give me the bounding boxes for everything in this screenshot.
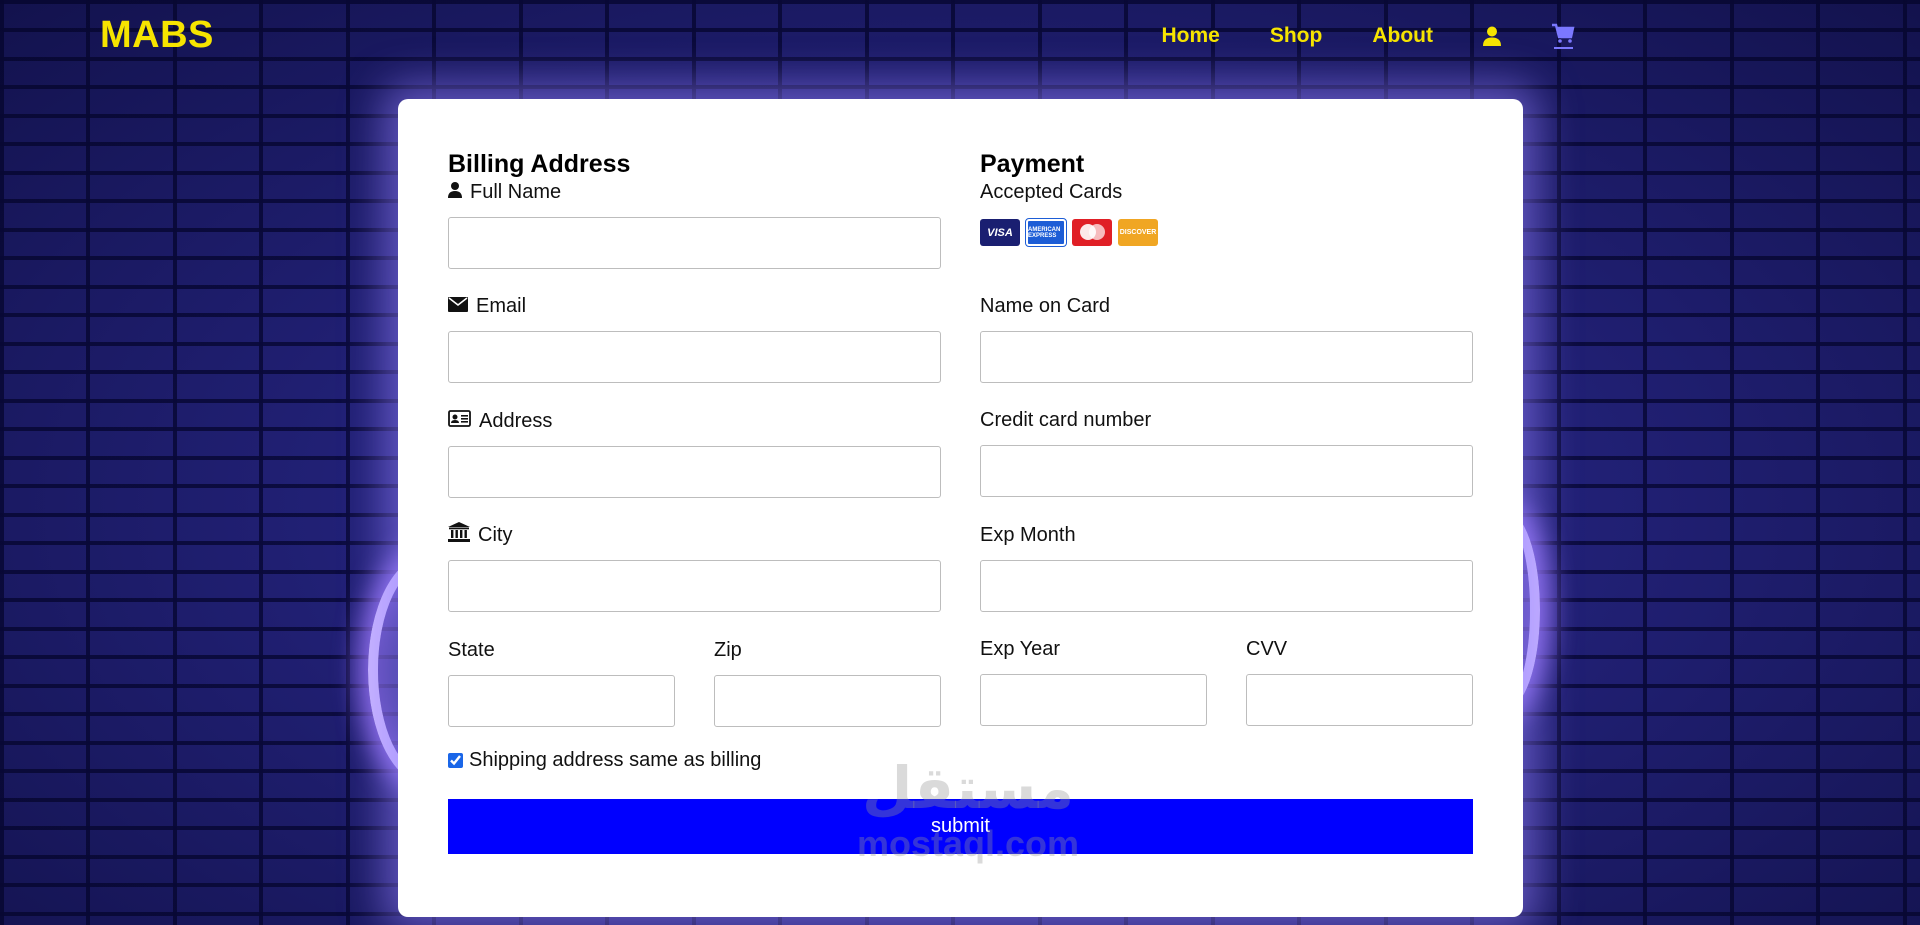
nav-home-link[interactable]: Home	[1161, 24, 1219, 48]
exp-year-input[interactable]	[980, 674, 1207, 726]
address-label: Address	[448, 408, 941, 434]
payment-title: Payment	[980, 150, 1085, 178]
shipping-same-checkbox[interactable]	[448, 753, 463, 768]
submit-button[interactable]: submit	[448, 799, 1473, 854]
nav-shop-link[interactable]: Shop	[1270, 24, 1323, 48]
cvv-label: CVV	[1246, 637, 1288, 660]
email-input[interactable]	[448, 331, 941, 383]
shipping-same-label: Shipping address same as billing	[469, 749, 762, 771]
address-label-text: Address	[479, 409, 553, 432]
email-label-text: Email	[476, 294, 527, 317]
accepted-cards-field: Accepted Cards VISA AMERICAN EXPRESS DIS…	[980, 179, 1473, 247]
address-input[interactable]	[448, 446, 941, 498]
state-input[interactable]	[448, 675, 675, 727]
card-number-field: Credit card number	[980, 407, 1473, 497]
cvv-input[interactable]	[1246, 674, 1473, 726]
zip-field: Zip	[714, 637, 941, 727]
checkout-card: Billing Address Full Name Email Address …	[398, 99, 1523, 917]
full-name-field: Full Name	[448, 179, 941, 269]
city-field: City	[448, 522, 941, 612]
city-input[interactable]	[448, 560, 941, 612]
name-on-card-input[interactable]	[980, 331, 1473, 383]
user-icon	[448, 181, 462, 204]
exp-month-field: Exp Month	[980, 522, 1473, 612]
city-label: City	[448, 522, 941, 548]
site-logo[interactable]: MABS	[100, 14, 214, 57]
accepted-cards-label: Accepted Cards	[980, 180, 1123, 203]
card-number-input[interactable]	[980, 445, 1473, 497]
envelope-icon	[448, 295, 468, 318]
full-name-label: Full Name	[448, 179, 941, 205]
full-name-input[interactable]	[448, 217, 941, 269]
card-number-label: Credit card number	[980, 408, 1152, 431]
main-nav: Home Shop About	[1111, 22, 1575, 50]
nav-about-link[interactable]: About	[1372, 24, 1433, 48]
billing-title: Billing Address	[448, 150, 631, 178]
cvv-field: CVV	[1246, 636, 1473, 726]
mastercard-card-icon	[1072, 219, 1112, 246]
state-field: State	[448, 637, 675, 727]
state-label: State	[448, 638, 495, 661]
exp-year-field: Exp Year	[980, 636, 1207, 726]
visa-card-icon: VISA	[980, 219, 1020, 246]
institution-icon	[448, 522, 470, 548]
billing-section: Billing Address Full Name Email Address …	[448, 150, 941, 727]
address-card-icon	[448, 409, 471, 433]
shipping-same-checkbox-row[interactable]: Shipping address same as billing	[448, 749, 761, 772]
email-field: Email	[448, 293, 941, 383]
amex-card-icon: AMERICAN EXPRESS	[1025, 218, 1067, 247]
full-name-label-text: Full Name	[470, 180, 562, 203]
cart-icon[interactable]	[1551, 22, 1575, 50]
payment-section: Payment Accepted Cards VISA AMERICAN EXP…	[980, 150, 1473, 726]
zip-label: Zip	[714, 638, 742, 661]
user-icon[interactable]	[1483, 26, 1501, 46]
site-header: MABS Home Shop About	[0, 0, 1920, 70]
name-on-card-label: Name on Card	[980, 294, 1111, 317]
exp-month-label: Exp Month	[980, 523, 1076, 546]
discover-card-icon: DISCOVER	[1118, 219, 1158, 246]
email-label: Email	[448, 293, 941, 319]
city-label-text: City	[478, 523, 513, 546]
address-field: Address	[448, 408, 941, 498]
exp-month-input[interactable]	[980, 560, 1473, 612]
zip-input[interactable]	[714, 675, 941, 727]
accepted-cards-list: VISA AMERICAN EXPRESS DISCOVER	[980, 218, 1473, 247]
name-on-card-field: Name on Card	[980, 293, 1473, 383]
exp-year-label: Exp Year	[980, 637, 1061, 660]
